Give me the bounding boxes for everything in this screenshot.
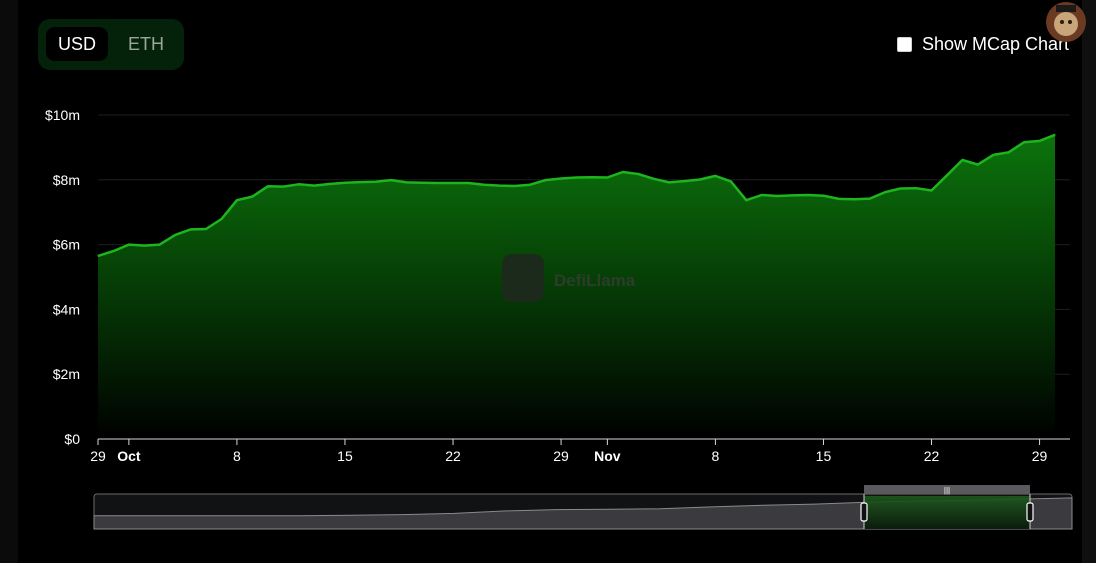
x-tick-label: 22 xyxy=(924,448,940,464)
y-tick-label: $10m xyxy=(45,107,80,123)
data-point xyxy=(437,182,439,184)
watermark-text: DefiLlama xyxy=(554,271,636,290)
y-tick-label: $4m xyxy=(53,301,80,317)
x-tick-label: 22 xyxy=(445,448,461,464)
data-point xyxy=(699,178,701,181)
x-tick-label: 8 xyxy=(233,448,241,464)
data-point xyxy=(467,182,470,184)
data-point xyxy=(143,245,145,247)
data-point xyxy=(560,177,562,180)
x-tick-label: Oct xyxy=(117,448,141,464)
tvl-chart: $0$2m$4m$6m$8m$10m DefiLlama 29 Oct 8 15 22 2… xyxy=(45,107,1073,530)
data-point xyxy=(1039,140,1041,142)
brush-handle[interactable] xyxy=(860,502,868,522)
data-point xyxy=(915,187,917,189)
x-tick-label: 29 xyxy=(1032,448,1048,464)
data-point xyxy=(514,185,516,187)
data-point xyxy=(483,184,485,186)
data-point xyxy=(900,187,902,190)
data-point xyxy=(637,173,639,175)
data-point xyxy=(668,181,670,183)
data-point xyxy=(622,171,624,173)
data-point xyxy=(498,185,500,187)
data-point xyxy=(236,199,238,201)
data-point xyxy=(545,179,547,181)
range-brush[interactable]: ||| xyxy=(93,485,1073,530)
data-point xyxy=(761,194,763,196)
data-point xyxy=(653,178,655,180)
x-tick-label: 8 xyxy=(712,448,720,464)
data-point xyxy=(375,181,377,183)
data-point xyxy=(344,182,346,184)
data-point xyxy=(452,182,454,184)
data-point xyxy=(745,199,747,201)
data-point xyxy=(406,181,408,183)
data-point xyxy=(961,159,964,161)
data-point xyxy=(869,198,871,200)
data-point xyxy=(529,184,531,186)
data-point xyxy=(591,176,593,178)
y-tick-label: $6m xyxy=(53,237,80,253)
x-tick-label: 15 xyxy=(816,448,832,464)
x-tick-label: Nov xyxy=(594,448,621,464)
data-point xyxy=(807,194,809,196)
data-point xyxy=(267,185,269,187)
data-point xyxy=(174,234,176,236)
data-point xyxy=(298,183,300,185)
data-point xyxy=(112,250,114,252)
data-point xyxy=(838,198,840,200)
data-point xyxy=(313,185,315,187)
data-point xyxy=(930,189,933,192)
brush-handle[interactable] xyxy=(1026,502,1034,522)
data-point xyxy=(714,175,717,177)
data-point xyxy=(575,176,578,179)
data-point xyxy=(159,244,161,246)
data-point xyxy=(606,176,609,179)
data-point xyxy=(190,228,192,230)
data-point xyxy=(792,194,794,196)
data-point xyxy=(390,179,392,181)
x-tick-label: 29 xyxy=(90,448,106,464)
brush-grip-icon[interactable]: ||| xyxy=(944,486,950,495)
data-point xyxy=(328,183,331,185)
data-point xyxy=(822,195,825,197)
y-tick-label: $8m xyxy=(53,172,80,188)
data-point xyxy=(359,181,361,183)
data-point xyxy=(97,255,99,257)
y-tick-label: $2m xyxy=(53,366,80,382)
data-point xyxy=(884,191,886,193)
defillama-logo-icon xyxy=(502,254,544,302)
brush-selection[interactable] xyxy=(864,496,1030,529)
data-point xyxy=(421,182,423,184)
data-point xyxy=(683,180,686,182)
y-axis: $0 $2m $4m $6m $8m $10m xyxy=(45,107,80,447)
data-point xyxy=(251,196,253,198)
data-point xyxy=(220,218,223,220)
data-point xyxy=(776,195,778,197)
y-tick-label: $0 xyxy=(64,431,80,447)
data-point xyxy=(1054,134,1056,136)
data-point xyxy=(1023,141,1025,143)
data-point xyxy=(853,198,855,200)
x-axis: 29 Oct 8 15 22 29 Nov 8 15 22 29 xyxy=(90,438,1070,464)
data-point xyxy=(946,174,948,176)
x-tick-label: 29 xyxy=(553,448,569,464)
x-tick-label: 15 xyxy=(337,448,353,464)
data-point xyxy=(128,244,130,246)
data-point xyxy=(1008,151,1010,153)
data-point xyxy=(205,228,207,230)
data-point xyxy=(977,164,979,166)
data-point xyxy=(992,154,994,156)
data-point xyxy=(282,186,284,188)
data-point xyxy=(730,180,732,182)
